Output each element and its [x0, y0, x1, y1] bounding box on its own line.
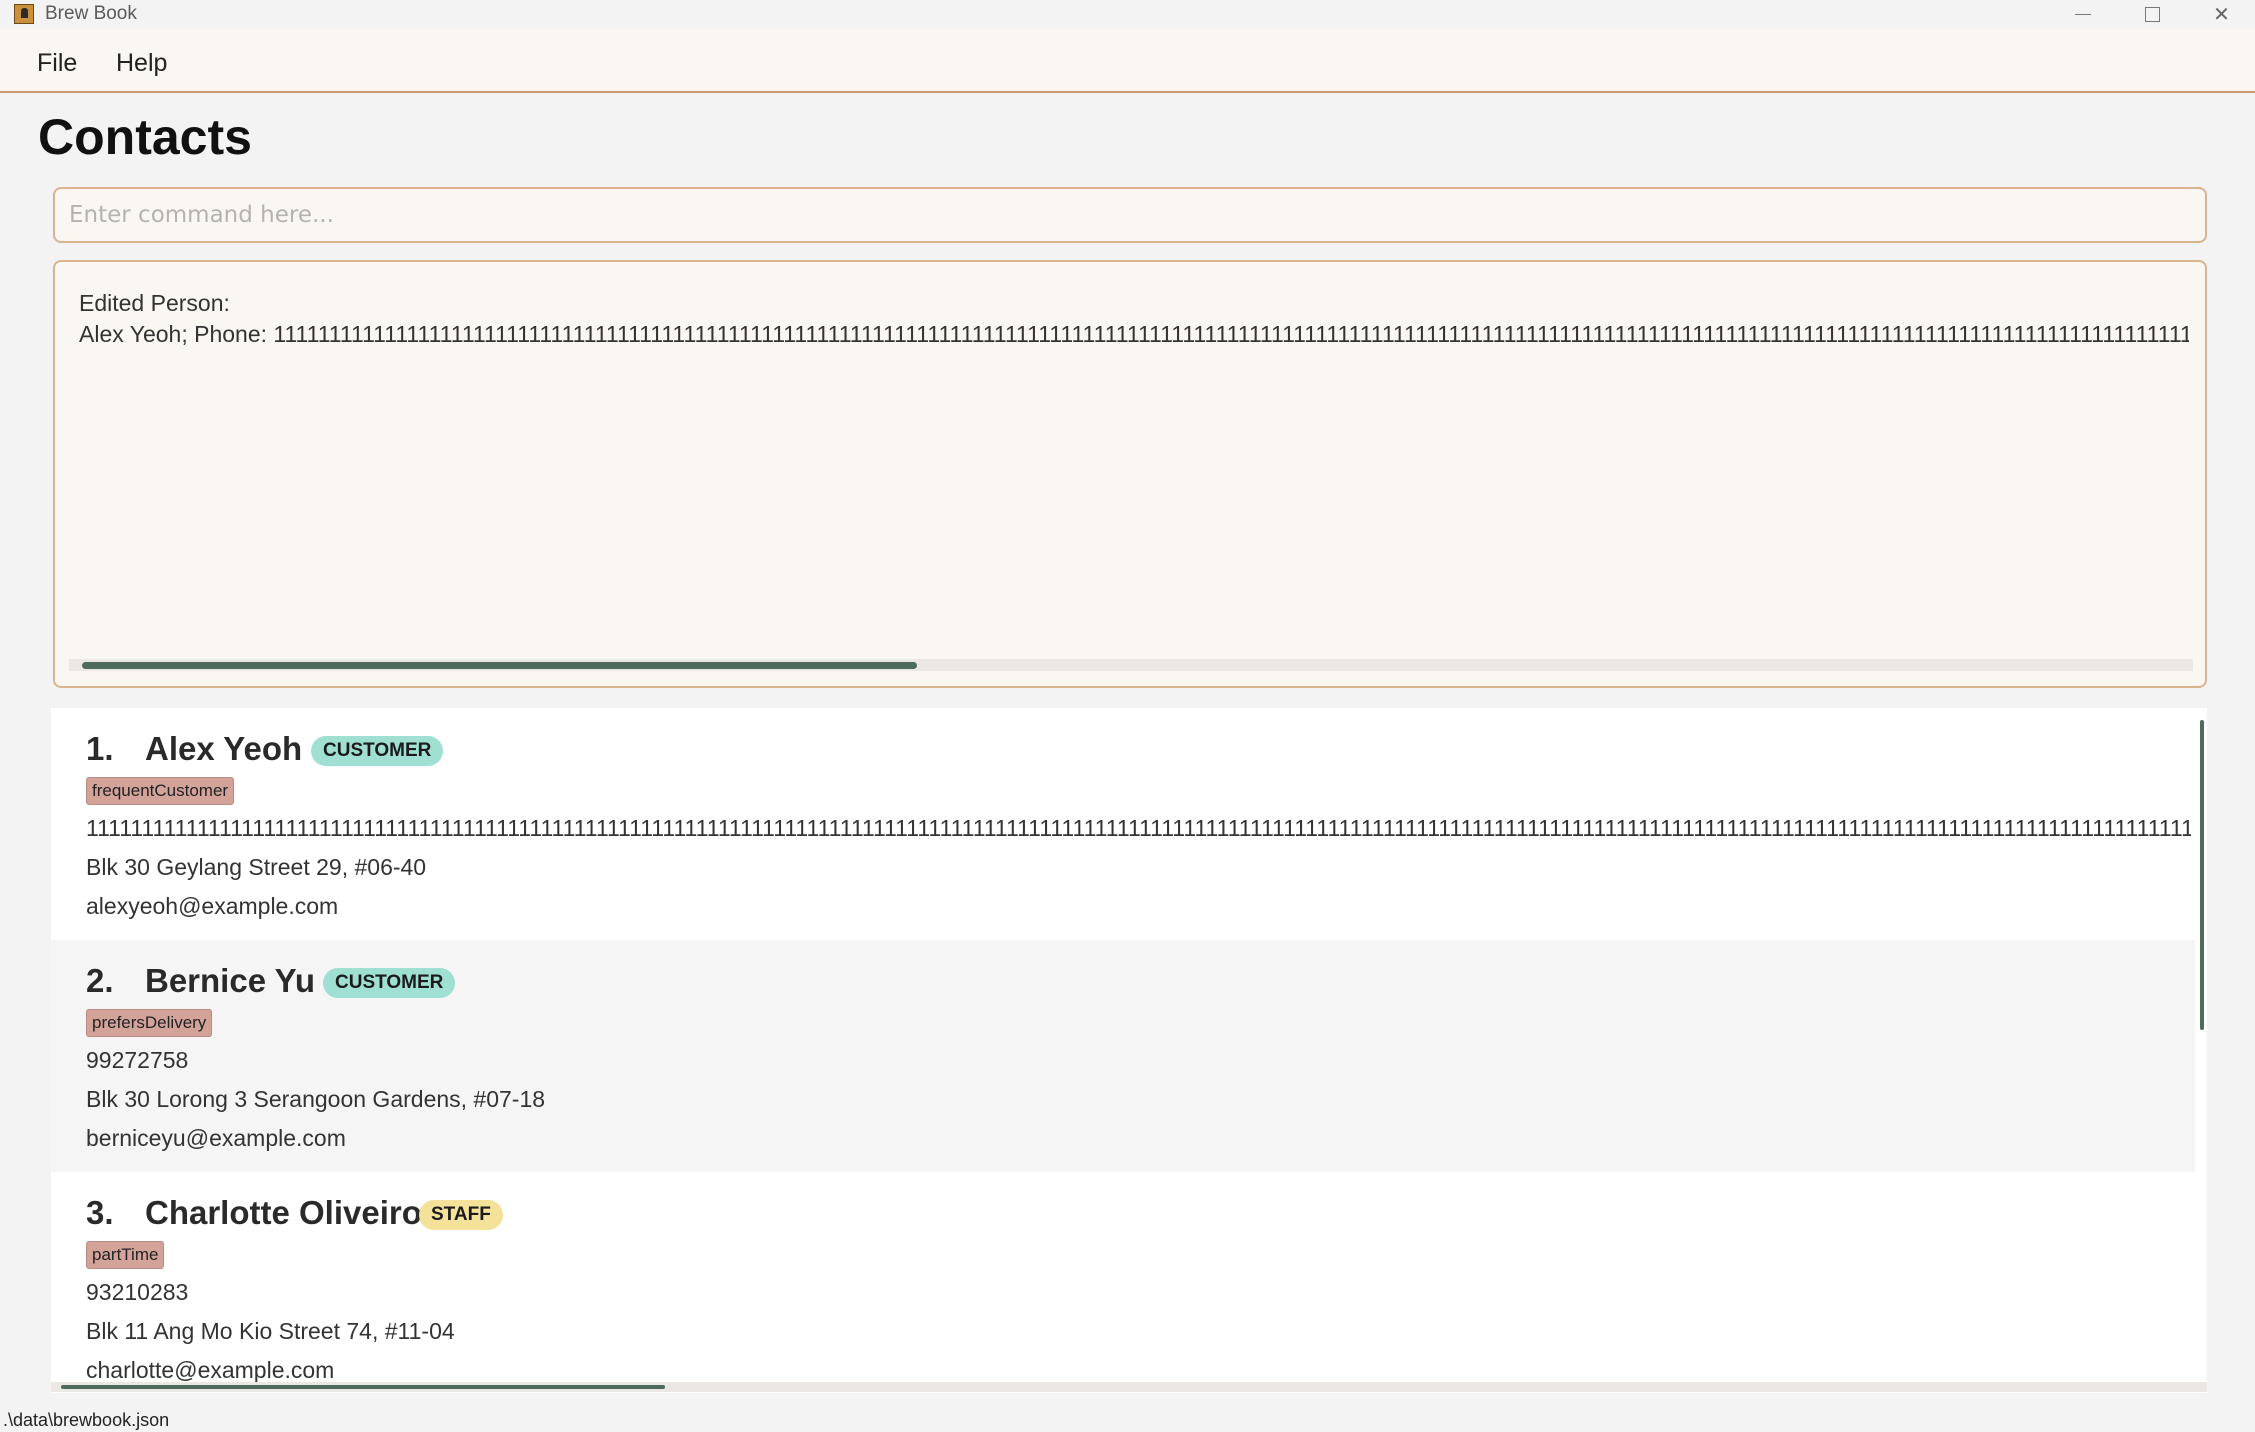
list-hscroll-thumb[interactable]	[61, 1385, 665, 1389]
person-phone: 99272758	[86, 1047, 189, 1073]
result-display[interactable]: Edited Person: Alex Yeoh; Phone: 1111111…	[53, 260, 2207, 688]
person-address: Blk 30 Geylang Street 29, #06-40	[86, 854, 427, 880]
person-address: Blk 11 Ang Mo Kio Street 74, #11-04	[86, 1318, 455, 1344]
person-name: Bernice Yu	[145, 962, 315, 999]
close-icon[interactable]: ✕	[2187, 0, 2255, 29]
status-bar: .\data\brewbook.json	[0, 1408, 2255, 1432]
tag-chip: prefersDelivery	[86, 1009, 213, 1037]
person-index: 2.	[86, 962, 114, 999]
command-input[interactable]	[53, 187, 2207, 243]
menu-help[interactable]: Help	[116, 49, 167, 78]
person-email: alexyeoh@example.com	[86, 893, 339, 919]
list-hscrollbar[interactable]	[51, 1382, 2207, 1392]
person-index: 3.	[86, 1194, 114, 1231]
person-email: berniceyu@example.com	[86, 1125, 346, 1151]
title-bar: Brew Book ✕	[0, 0, 2255, 29]
role-badge: STAFF	[419, 1200, 503, 1230]
minimize-icon[interactable]	[2048, 0, 2117, 29]
maximize-icon[interactable]	[2118, 0, 2187, 29]
window-title: Brew Book	[45, 3, 137, 24]
role-badge: CUSTOMER	[323, 968, 456, 998]
tag-chip: frequentCustomer	[86, 777, 235, 805]
status-file-path: .\data\brewbook.json	[3, 1410, 170, 1430]
app-icon	[14, 4, 34, 24]
menu-bar: File Help	[0, 29, 2255, 93]
person-name: Alex Yeoh	[145, 730, 303, 767]
person-card[interactable]: 3. Charlotte Oliveiro STAFF partTime 932…	[51, 1172, 2195, 1393]
person-list[interactable]: 1. Alex Yeoh CUSTOMER frequentCustomer 1…	[51, 708, 2207, 1393]
person-index: 1.	[86, 730, 114, 767]
person-phone: 1111111111111111111111111111111111111111…	[86, 815, 2191, 841]
menu-file[interactable]: File	[37, 49, 77, 78]
person-card[interactable]: 2. Bernice Yu CUSTOMER prefersDelivery 9…	[51, 940, 2195, 1172]
page-title: Contacts	[38, 109, 252, 165]
list-vscroll-thumb[interactable]	[2200, 720, 2204, 1030]
tag-chip: partTime	[86, 1241, 165, 1269]
result-line-2: Alex Yeoh; Phone: 1111111111111111111111…	[79, 321, 2189, 347]
result-hscrollbar[interactable]	[69, 659, 2193, 671]
person-address: Blk 30 Lorong 3 Serangoon Gardens, #07-1…	[86, 1086, 546, 1112]
role-badge: CUSTOMER	[311, 736, 444, 766]
person-card[interactable]: 1. Alex Yeoh CUSTOMER frequentCustomer 1…	[51, 708, 2195, 940]
person-phone: 93210283	[86, 1279, 189, 1305]
person-email: charlotte@example.com	[86, 1357, 335, 1383]
result-text: Edited Person: Alex Yeoh; Phone: 1111111…	[79, 288, 2189, 350]
person-name: Charlotte Oliveiro	[145, 1194, 422, 1231]
result-line-1: Edited Person:	[79, 290, 230, 316]
result-hscroll-thumb[interactable]	[82, 662, 917, 669]
